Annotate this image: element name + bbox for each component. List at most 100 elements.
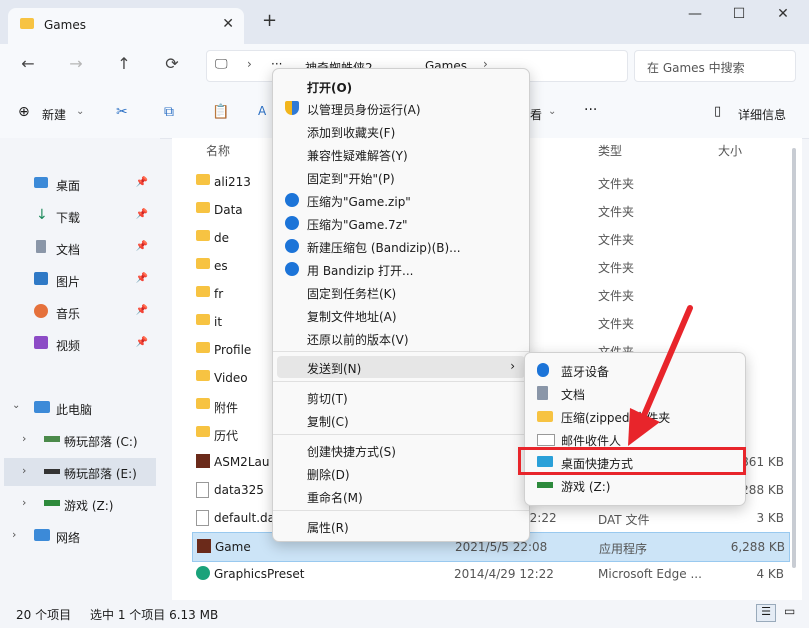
- file-name: GraphicsPreset: [214, 567, 305, 581]
- column-header-size[interactable]: 大小: [718, 142, 742, 159]
- new-button[interactable]: 新建: [42, 106, 66, 123]
- highlight-box: [518, 447, 746, 475]
- folder-icon: [196, 314, 210, 328]
- menu-label: 删除(D): [307, 468, 350, 482]
- tiles-view-icon[interactable]: ▭: [784, 604, 795, 618]
- sidebar-item-label: 游戏 (Z:): [64, 499, 114, 513]
- menu-item-7z[interactable]: 压缩为"Game.7z": [277, 212, 525, 234]
- sidebar-item-drive-e[interactable]: › 畅玩部落 (E:): [4, 458, 156, 486]
- menu-item-run-as-admin[interactable]: 以管理员身份运行(A): [277, 97, 525, 119]
- chevron-right-icon: ›: [22, 464, 27, 477]
- table-row[interactable]: GraphicsPreset 2014/4/29 12:22 Microsoft…: [192, 560, 788, 588]
- sidebar-item-desktop[interactable]: 桌面 📌: [30, 170, 156, 198]
- column-header-type[interactable]: 类型: [598, 142, 622, 159]
- menu-item-delete[interactable]: 删除(D): [277, 462, 525, 484]
- pin-icon: 📌: [135, 209, 148, 220]
- column-header-name[interactable]: 名称: [206, 142, 230, 159]
- minimize-button[interactable]: —: [680, 6, 710, 22]
- tab-games[interactable]: Games ✕: [8, 8, 244, 44]
- menu-item-rename[interactable]: 重命名(M): [277, 485, 525, 507]
- menu-label: 创建快捷方式(S): [307, 445, 396, 459]
- menu-item-new-archive[interactable]: 新建压缩包 (Bandizip)(B)...: [277, 235, 525, 257]
- chevron-right-icon: ›: [22, 432, 27, 445]
- menu-item-open[interactable]: 打开(O): [277, 75, 525, 97]
- menu-item-restore-versions[interactable]: 还原以前的版本(V): [277, 327, 525, 349]
- menu-label: 剪切(T): [307, 392, 348, 406]
- bandizip-icon: [285, 216, 299, 230]
- file-type: 应用程序: [599, 542, 648, 556]
- sidebar-item-documents[interactable]: 文档 📌: [30, 234, 156, 262]
- up-icon[interactable]: ↑: [112, 54, 136, 73]
- chevron-right-icon: ›: [12, 528, 17, 541]
- file-type: 文件夹: [598, 177, 635, 191]
- folder-icon: [196, 342, 210, 356]
- sidebar-item-label: 网络: [56, 531, 81, 545]
- view-button[interactable]: 看: [530, 106, 542, 123]
- paste-icon[interactable]: 📋: [212, 104, 229, 120]
- sidebar-item-label: 文档: [56, 243, 81, 257]
- menu-item-open-bandizip[interactable]: 用 Bandizip 打开...: [277, 258, 525, 280]
- menu-item-troubleshoot[interactable]: 兼容性疑难解答(Y): [277, 143, 525, 165]
- bandizip-icon: [285, 193, 299, 207]
- chevron-right-icon: ›: [247, 57, 252, 71]
- menu-item-copy[interactable]: 复制(C): [277, 409, 525, 431]
- sidebar-item-pictures[interactable]: 图片 📌: [30, 266, 156, 294]
- menu-item-add-favorites[interactable]: 添加到收藏夹(F): [277, 120, 525, 142]
- selection-info: 选中 1 个项目 6.13 MB: [90, 608, 219, 622]
- sidebar-item-label: 视频: [56, 339, 81, 353]
- copy-icon[interactable]: ⧉: [164, 104, 174, 120]
- back-icon[interactable]: ←: [16, 54, 40, 73]
- file-name: 附件: [214, 401, 239, 415]
- network-icon: [34, 529, 50, 541]
- menu-item-properties[interactable]: 属性(R): [277, 515, 525, 537]
- sidebar-item-drive-z[interactable]: › 游戏 (Z:): [18, 490, 156, 518]
- file-type: DAT 文件: [598, 513, 650, 527]
- menu-item-pin-start[interactable]: 固定到"开始"(P): [277, 166, 525, 188]
- music-icon: [34, 304, 48, 318]
- new-tab-button[interactable]: +: [262, 10, 277, 31]
- sidebar-item-videos[interactable]: 视频 📌: [30, 330, 156, 358]
- refresh-icon[interactable]: ⟳: [160, 54, 184, 73]
- menu-item-copy-path[interactable]: 复制文件地址(A): [277, 304, 525, 326]
- rename-icon[interactable]: A: [258, 104, 266, 118]
- drive-icon: [44, 469, 60, 474]
- menu-item-cut[interactable]: 剪切(T): [277, 386, 525, 408]
- context-menu: 打开(O) 以管理员身份运行(A) 添加到收藏夹(F) 兼容性疑难解答(Y) 固…: [272, 68, 530, 542]
- cut-icon[interactable]: ✂: [116, 104, 128, 120]
- sidebar-item-label: 音乐: [56, 307, 81, 321]
- document-icon: [36, 240, 46, 253]
- menu-item-zip[interactable]: 压缩为"Game.zip": [277, 189, 525, 211]
- sidebar-item-label: 此电脑: [56, 403, 93, 417]
- vertical-scrollbar[interactable]: [792, 148, 796, 568]
- menu-item-send-to[interactable]: 发送到(N) ›: [277, 356, 525, 378]
- maximize-button[interactable]: ☐: [724, 6, 754, 22]
- sidebar-item-network[interactable]: › 网络: [8, 522, 156, 550]
- menu-item-create-shortcut[interactable]: 创建快捷方式(S): [277, 439, 525, 461]
- bandizip-icon: [285, 239, 299, 253]
- sidebar-item-downloads[interactable]: ↓ 下载 📌: [30, 202, 156, 230]
- file-date: 2014/4/29 12:22: [454, 567, 554, 581]
- send-to-drive-z[interactable]: 游戏 (Z:): [529, 474, 741, 496]
- sidebar-item-this-pc[interactable]: ⌄ 此电脑: [8, 394, 156, 422]
- menu-divider: [273, 381, 529, 382]
- forward-icon[interactable]: →: [64, 54, 88, 73]
- sidebar-item-label: 桌面: [56, 179, 81, 193]
- pin-icon: 📌: [135, 305, 148, 316]
- details-view-icon[interactable]: ☰: [756, 604, 776, 622]
- more-button[interactable]: ···: [584, 102, 597, 118]
- tab-close-icon[interactable]: ✕: [222, 16, 234, 32]
- file-type: Microsoft Edge ...: [598, 567, 702, 581]
- sidebar-item-music[interactable]: 音乐 📌: [30, 298, 156, 326]
- folder-icon: [196, 202, 210, 216]
- zip-folder-icon: [537, 411, 553, 422]
- menu-item-pin-taskbar[interactable]: 固定到任务栏(K): [277, 281, 525, 303]
- menu-label: 打开(O): [307, 81, 353, 95]
- menu-label: 用 Bandizip 打开...: [307, 264, 414, 278]
- search-box[interactable]: 在 Games 中搜索: [634, 50, 796, 82]
- edge-icon: [196, 566, 210, 580]
- close-button[interactable]: ✕: [768, 6, 798, 22]
- sidebar-item-drive-c[interactable]: › 畅玩部落 (C:): [18, 426, 156, 454]
- details-button[interactable]: 详细信息: [738, 106, 786, 123]
- shield-icon: [285, 101, 299, 115]
- chevron-down-icon: ⌄: [12, 400, 21, 411]
